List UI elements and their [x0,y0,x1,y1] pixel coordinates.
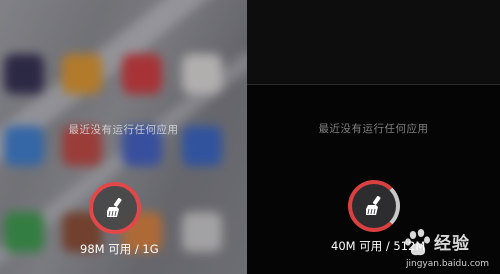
broom-icon [366,195,381,215]
top-panel [247,0,500,85]
baidu-paw-icon [405,229,430,256]
watermark-url: jingyan.baidu.com [406,259,490,269]
broom-icon [107,197,122,217]
clean-memory-button[interactable] [348,180,400,232]
left-screen: 最近没有运行任何应用 [0,0,247,274]
watermark-name: 经验 [434,234,470,254]
no-recent-apps-message: 最近没有运行任何应用 [318,123,429,135]
watermark: 经验 jingyan.baidu.com [404,228,496,272]
memory-status: 98M 可用 / 1G [80,242,159,256]
no-recent-apps-message: 最近没有运行任何应用 [68,124,179,136]
clean-memory-button[interactable] [89,182,141,234]
